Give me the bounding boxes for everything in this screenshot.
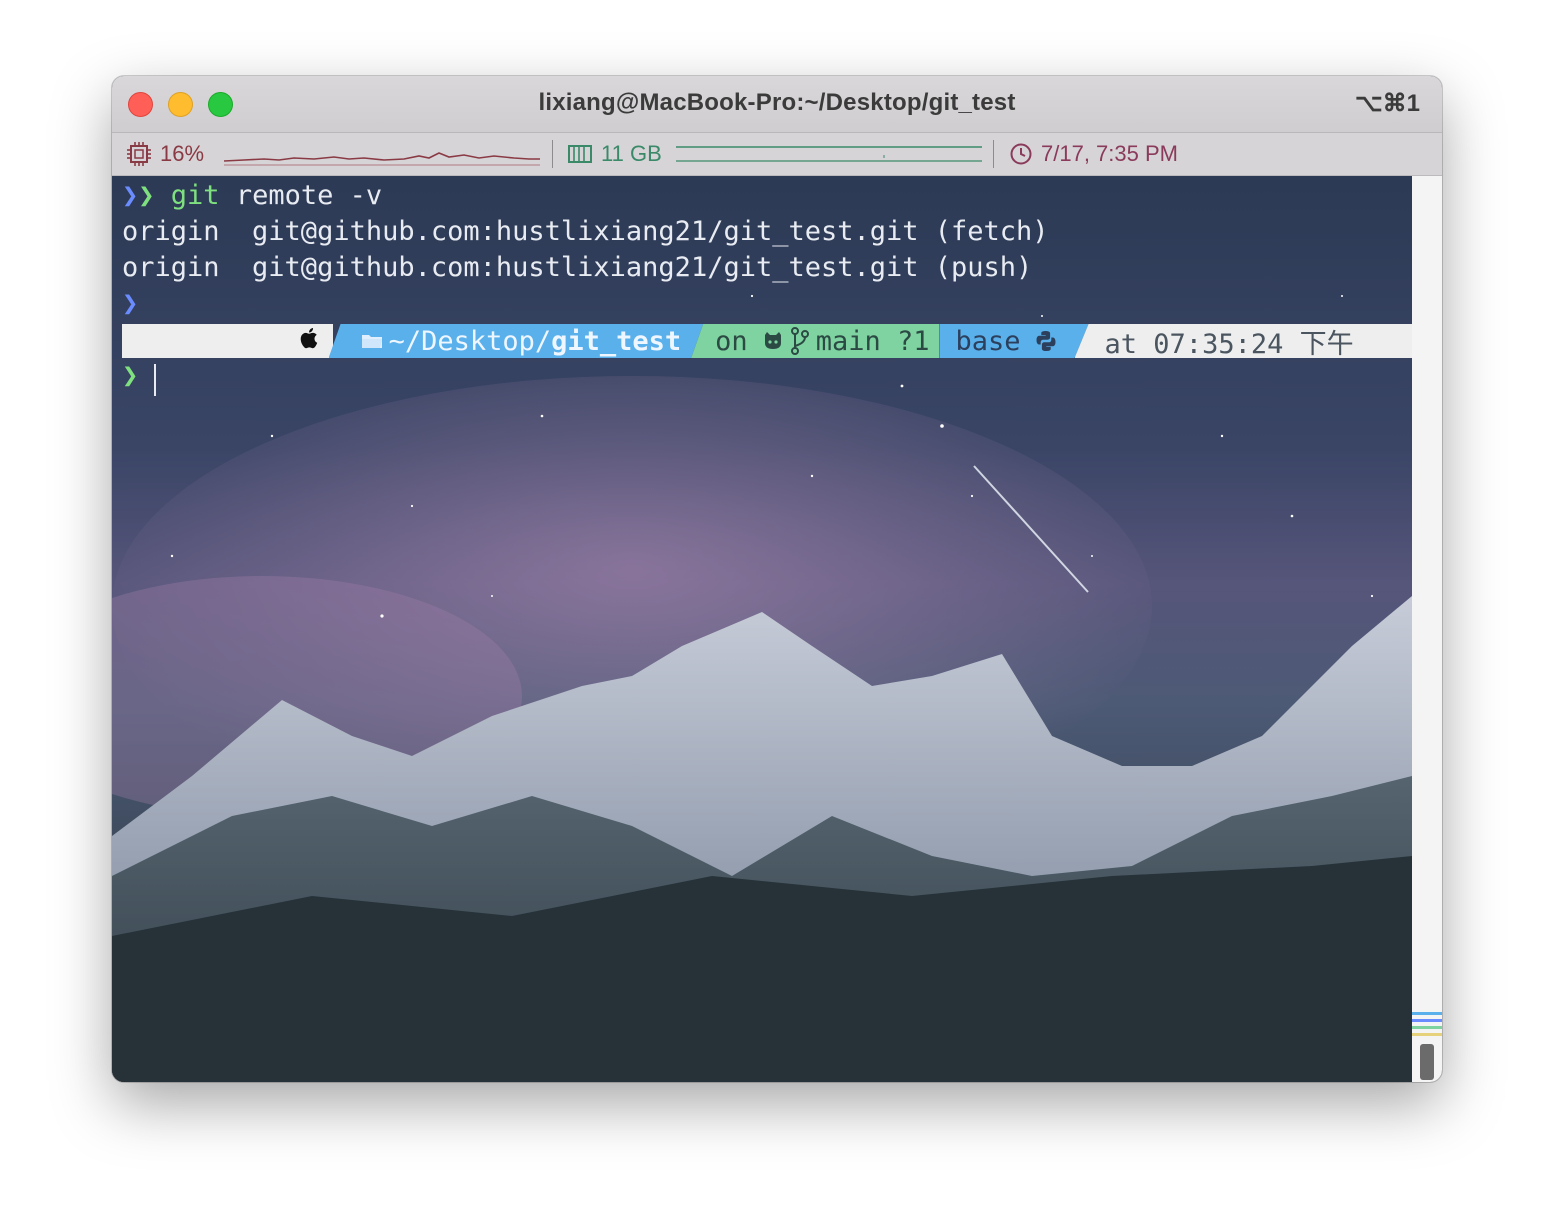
- status-divider: [552, 140, 553, 168]
- directory-name: git_test: [551, 325, 682, 357]
- scroll-mark: [1412, 1019, 1442, 1022]
- cpu-value: 16%: [160, 141, 205, 166]
- git-label: on: [715, 325, 748, 357]
- command-program: git: [170, 180, 220, 211]
- git-segment: on main ?1: [691, 324, 940, 358]
- memory-value: 11 GB: [601, 141, 662, 166]
- prompt-marker: ❯: [122, 180, 139, 211]
- folder-icon: [361, 332, 383, 350]
- prompt-time: at 07:35:24 下午: [1104, 328, 1354, 360]
- clock-value: 7/17, 7:35 PM: [1041, 141, 1178, 166]
- apple-icon: [136, 295, 321, 388]
- scroll-marks: [1412, 1012, 1442, 1040]
- cpu-chip-icon: [126, 141, 152, 167]
- cpu-status[interactable]: 16%: [126, 133, 541, 175]
- command-args: remote -v: [235, 180, 383, 211]
- conda-segment: base: [940, 324, 1089, 358]
- scrollbar[interactable]: [1412, 176, 1442, 1082]
- memory-icon: [567, 143, 593, 165]
- status-bar: 16% 11 GB 7/17, 7:35 PM: [112, 133, 1442, 176]
- memory-status[interactable]: 11 GB: [567, 133, 982, 175]
- scrollbar-thumb[interactable]: [1420, 1044, 1434, 1080]
- directory-prefix: ~/Desktop/: [388, 325, 552, 357]
- prompt-symbol: ❯: [138, 180, 155, 211]
- output-line: origin git@github.com:hustlixiang21/git_…: [122, 252, 1033, 283]
- clock-icon: [1009, 142, 1033, 166]
- git-status: ?1: [896, 325, 930, 357]
- github-icon: [762, 331, 784, 351]
- conda-env: base: [955, 325, 1021, 357]
- output-line: origin git@github.com:hustlixiang21/git_…: [122, 216, 1049, 247]
- terminal-content[interactable]: ❯❯ git remote -v origin git@github.com:h…: [112, 176, 1412, 1082]
- scroll-mark: [1412, 1033, 1442, 1036]
- clock-status[interactable]: 7/17, 7:35 PM: [1009, 133, 1178, 175]
- status-divider: [993, 140, 994, 168]
- git-branch-icon: [790, 327, 810, 355]
- title-bar[interactable]: lixiang@MacBook-Pro:~/Desktop/git_test ⌥…: [112, 76, 1442, 133]
- os-segment: [122, 324, 333, 358]
- directory-segment: ~/Desktop/git_test: [329, 324, 704, 358]
- memory-sparkline: [675, 146, 982, 162]
- prompt-symbol: ❯: [122, 360, 139, 391]
- scroll-mark: [1412, 1026, 1442, 1029]
- time-segment: at 07:35:24 下午: [1074, 324, 1412, 360]
- scroll-mark: [1412, 1012, 1442, 1015]
- powerline-prompt: ~/Desktop/git_test on main ?1 base at 07…: [122, 324, 1412, 358]
- window-title: lixiang@MacBook-Pro:~/Desktop/git_test: [538, 89, 1016, 116]
- python-icon: [1035, 330, 1057, 352]
- cpu-sparkline: [224, 152, 541, 166]
- window-shortcut: ⌥⌘1: [1354, 90, 1420, 117]
- active-prompt-line: ❯: [122, 360, 138, 391]
- terminal-window: lixiang@MacBook-Pro:~/Desktop/git_test ⌥…: [112, 76, 1442, 1082]
- text-cursor: [154, 364, 156, 396]
- git-branch-name: main: [815, 325, 881, 357]
- command-line: ❯❯ git remote -v: [122, 180, 382, 211]
